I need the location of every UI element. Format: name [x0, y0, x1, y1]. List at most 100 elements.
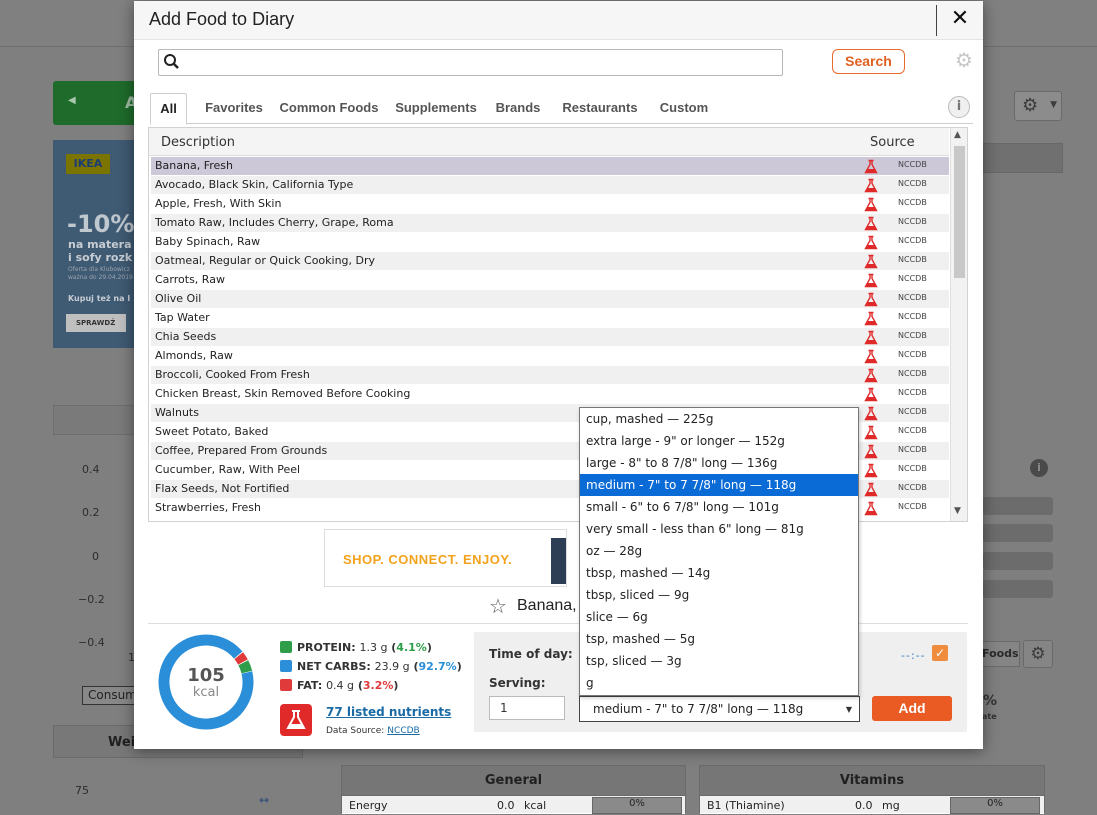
table-row[interactable]: Apple, Fresh, With Skin NCCDB — [151, 195, 949, 214]
tab-brands[interactable]: Brands — [490, 93, 546, 124]
nutrient-value: 0.0 — [497, 799, 515, 812]
flask-icon — [864, 197, 878, 212]
quantity-input[interactable]: 1 — [489, 696, 565, 720]
serving-option[interactable]: small - 6" to 6 7/8" long — 101g — [580, 496, 858, 518]
flask-icon — [864, 368, 878, 383]
search-button[interactable]: Search — [832, 49, 905, 74]
add-button[interactable]: Add — [872, 696, 952, 721]
serving-option[interactable]: extra large - 9" or longer — 152g — [580, 430, 858, 452]
close-icon[interactable]: ✕ — [946, 4, 974, 34]
table-row[interactable]: Oatmeal, Regular or Quick Cooking, Dry NC… — [151, 252, 949, 271]
chevron-down-icon[interactable]: ▼ — [954, 506, 961, 516]
gear-icon[interactable]: ⚙ — [1023, 640, 1053, 668]
add-food-dialog: Add Food to Diary ✕ Search ⚙ All Favorit… — [134, 1, 983, 749]
info-icon[interactable]: i — [948, 96, 970, 118]
serving-option[interactable]: tbsp, sliced — 9g — [580, 584, 858, 606]
nutrient-pct-bar: 0% — [592, 797, 682, 814]
star-icon[interactable]: ☆ — [489, 594, 507, 619]
serving-option[interactable]: tbsp, mashed — 14g — [580, 562, 858, 584]
tab-favorites[interactable]: Favorites — [194, 93, 274, 124]
serving-option[interactable]: tsp, sliced — 3g — [580, 650, 858, 672]
results-scrollbar[interactable]: ▲ ▼ — [950, 128, 967, 521]
scrollbar-thumb[interactable] — [954, 146, 965, 278]
tab-custom[interactable]: Custom — [654, 93, 714, 124]
dialog-title: Add Food to Diary — [149, 9, 295, 29]
search-icon — [164, 54, 179, 69]
table-row[interactable]: Tomato Raw, Includes Cherry, Grape, Roma… — [151, 214, 949, 233]
food-source: NCCDB — [898, 483, 927, 492]
tab-common-foods[interactable]: Common Foods — [276, 93, 382, 124]
food-source: NCCDB — [898, 388, 927, 397]
chart-tick: −0.4 — [78, 636, 105, 649]
ad-check-button[interactable]: SPRAWDŹ — [66, 314, 126, 332]
tab-all[interactable]: All — [150, 93, 187, 125]
serving-option[interactable]: oz — 28g — [580, 540, 858, 562]
table-row[interactable]: Baby Spinach, Raw NCCDB — [151, 233, 949, 252]
nutrient-value: 0.0 — [855, 799, 873, 812]
consumption-select[interactable]: Consum — [82, 686, 138, 705]
flask-icon[interactable] — [280, 704, 312, 736]
table-row[interactable]: Tap Water NCCDB — [151, 309, 949, 328]
serving-option[interactable]: large - 8" to 8 7/8" long — 136g — [580, 452, 858, 474]
settings-menu-button[interactable]: ⚙ ▼ — [1014, 91, 1062, 121]
column-description: Description — [161, 135, 236, 150]
serving-option[interactable]: medium - 7" to 7 7/8" long — 118g — [580, 474, 858, 496]
nutrient-unit: kcal — [524, 799, 547, 812]
kcal-unit: kcal — [192, 685, 220, 700]
time-input[interactable]: --:-- — [901, 649, 926, 662]
tab-restaurants[interactable]: Restaurants — [550, 93, 650, 124]
target-bar — [983, 524, 1053, 542]
food-name: Tomato Raw, Includes Cherry, Grape, Roma — [155, 216, 394, 229]
table-row[interactable]: Olive Oil NCCDB — [151, 290, 949, 309]
serving-option[interactable]: g — [580, 672, 858, 694]
serving-option[interactable]: tsp, mashed — 5g — [580, 628, 858, 650]
flask-icon — [864, 254, 878, 269]
food-name: Sweet Potato, Baked — [155, 425, 269, 438]
ad-line: na matera i sofy rozk — [68, 238, 133, 264]
general-section: General Energy 0.0 kcal 0% — [341, 765, 686, 814]
add-food-button[interactable]: ◀ A — [53, 81, 143, 125]
nutrient-label: B1 (Thiamine) — [707, 799, 785, 812]
target-bar — [983, 580, 1053, 598]
search-field[interactable] — [158, 49, 783, 76]
ikea-logo: IKEA — [66, 154, 110, 174]
food-source: NCCDB — [898, 255, 927, 264]
target-bar — [983, 552, 1053, 570]
nutrient-pct-bar: 0% — [950, 797, 1040, 814]
flask-icon — [864, 482, 878, 497]
nutrient-unit: mg — [882, 799, 900, 812]
table-row[interactable]: Banana, Fresh NCCDB — [151, 157, 949, 176]
general-title: General — [342, 766, 685, 796]
table-row[interactable]: Broccoli, Cooked From Fresh NCCDB — [151, 366, 949, 385]
table-row[interactable]: Avocado, Black Skin, California Type NCCD… — [151, 176, 949, 195]
ad-banner[interactable]: SHOP. CONNECT. ENJOY. — [324, 529, 567, 587]
ikea-ad-banner[interactable]: IKEA -10% na matera i sofy rozk Oferta dl… — [53, 140, 135, 348]
flask-icon — [864, 235, 878, 250]
table-row[interactable]: Chia Seeds NCCDB — [151, 328, 949, 347]
info-icon[interactable]: i — [1030, 459, 1048, 477]
serving-size-select[interactable]: medium - 7" to 7 7/8" long — 118g ▼ — [579, 696, 860, 722]
serving-option[interactable]: very small - less than 6" long — 81g — [580, 518, 858, 540]
table-row[interactable]: Carrots, Raw NCCDB — [151, 271, 949, 290]
side-panel-header — [980, 143, 1063, 173]
search-input[interactable] — [185, 52, 775, 73]
vitamins-section: Vitamins B1 (Thiamine) 0.0 mg 0% — [699, 765, 1045, 814]
serving-size-dropdown[interactable]: cup, mashed — 225g extra large - 9" or lo… — [579, 407, 859, 696]
expand-arrows-icon[interactable]: ↔ — [259, 793, 269, 807]
table-row[interactable]: Almonds, Raw NCCDB — [151, 347, 949, 366]
chevron-up-icon[interactable]: ▲ — [954, 130, 961, 140]
food-name: Walnuts — [155, 406, 199, 419]
time-of-day-label: Time of day: — [489, 647, 573, 661]
flask-icon — [864, 159, 878, 174]
nutrients-link[interactable]: 77 listed nutrients — [326, 705, 451, 719]
gear-icon[interactable]: ⚙ — [953, 49, 975, 71]
tab-supplements[interactable]: Supplements — [386, 93, 486, 124]
table-row[interactable]: Chicken Breast, Skin Removed Before Cook… — [151, 385, 949, 404]
serving-option[interactable]: cup, mashed — 225g — [580, 408, 858, 430]
data-source-link[interactable]: NCCDB — [387, 726, 419, 736]
serving-option[interactable]: slice — 6g — [580, 606, 858, 628]
time-checkbox[interactable]: ✓ — [932, 645, 948, 661]
flask-icon — [864, 349, 878, 364]
ad-discount: -10% — [67, 210, 135, 238]
data-source: Data Source: NCCDB — [326, 726, 420, 736]
